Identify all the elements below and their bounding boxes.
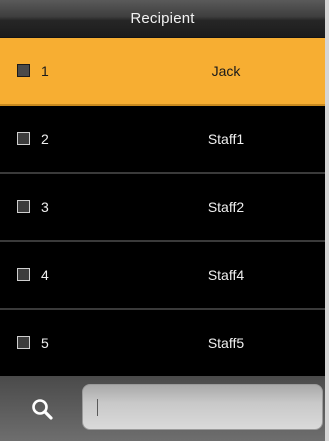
list-item[interactable]: 3 Staff2	[0, 174, 325, 242]
recipient-name: Staff2	[207, 199, 245, 215]
checkbox[interactable]	[17, 268, 30, 281]
recipient-name: Staff1	[207, 131, 245, 147]
checkbox[interactable]	[17, 200, 30, 213]
recipient-list: 1 Jack 2 Staff1 3 Staff2 4 Staff4 5 Staf…	[0, 38, 325, 378]
checkbox[interactable]	[17, 64, 30, 77]
page-title: Recipient	[0, 0, 325, 38]
search-bar	[0, 376, 325, 441]
text-cursor	[97, 399, 98, 416]
list-item[interactable]: 2 Staff1	[0, 106, 325, 174]
list-item[interactable]: 1 Jack	[0, 38, 325, 106]
row-number: 1	[41, 63, 49, 79]
search-icon	[32, 399, 53, 420]
screen-bezel	[325, 0, 329, 441]
row-number: 3	[41, 199, 49, 215]
recipient-name: Staff5	[207, 335, 245, 351]
row-number: 2	[41, 131, 49, 147]
row-number: 5	[41, 335, 49, 351]
row-number: 4	[41, 267, 49, 283]
search-button[interactable]	[16, 392, 68, 426]
search-input[interactable]	[82, 384, 323, 430]
list-item[interactable]: 4 Staff4	[0, 242, 325, 310]
recipient-name: Staff4	[207, 267, 245, 283]
checkbox[interactable]	[17, 336, 30, 349]
recipient-name: Jack	[211, 63, 241, 79]
list-item[interactable]: 5 Staff5	[0, 310, 325, 378]
checkbox[interactable]	[17, 132, 30, 145]
recipient-screen: Recipient 1 Jack 2 Staff1 3 Staff2 4 Sta…	[0, 0, 325, 441]
